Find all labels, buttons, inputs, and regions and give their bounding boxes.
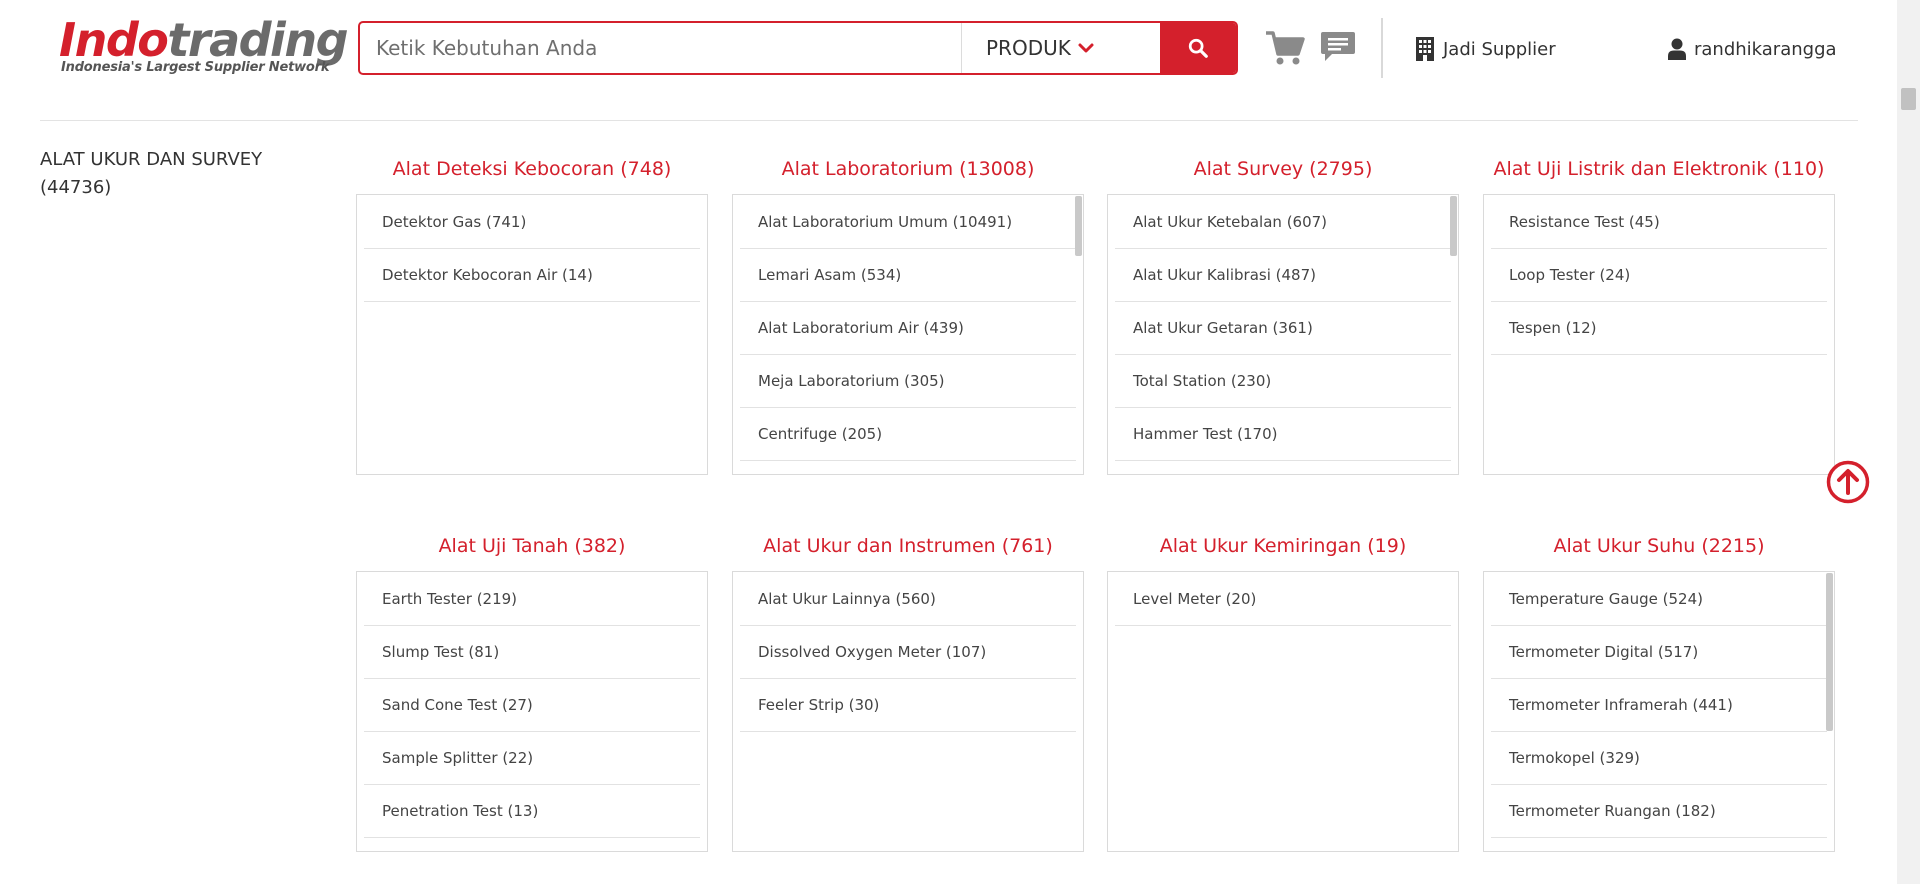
supplier-label: Jadi Supplier: [1443, 38, 1556, 60]
subcategory-list: Level Meter (20): [1108, 573, 1458, 626]
subcategory-item[interactable]: Alat Ukur Getaran (361): [1115, 302, 1451, 355]
search-button[interactable]: [1160, 23, 1236, 73]
category-title[interactable]: Alat Uji Listrik dan Elektronik (110): [1483, 154, 1835, 184]
category-card: Alat Ukur Suhu (2215) Temperature Gauge …: [1483, 531, 1835, 852]
header: Indotrading Indonesia's Largest Supplier…: [0, 0, 1920, 98]
subcategory-item[interactable]: Termokopel (329): [1491, 732, 1827, 785]
subcategory-list: Alat Laboratorium Umum (10491) Lemari As…: [733, 196, 1083, 461]
arrow-up-circle-icon: [1826, 460, 1870, 504]
search-category-label: PRODUK: [986, 36, 1071, 60]
subcategory-list: Earth Tester (219) Slump Test (81) Sand …: [357, 573, 707, 838]
subcategory-list-box: Alat Laboratorium Umum (10491) Lemari As…: [732, 194, 1084, 475]
category-title[interactable]: Alat Uji Tanah (382): [356, 531, 708, 561]
cart-icon: [1266, 31, 1305, 65]
page-scrollbar[interactable]: [1897, 0, 1920, 884]
category-card: Alat Deteksi Kebocoran (748) Detektor Ga…: [356, 154, 708, 475]
subcategory-item[interactable]: Termometer Digital (517): [1491, 626, 1827, 679]
subcategory-item[interactable]: Earth Tester (219): [364, 573, 700, 626]
subcategory-item[interactable]: Resistance Test (45): [1491, 196, 1827, 249]
subcategory-item[interactable]: Detektor Gas (741): [364, 196, 700, 249]
subcategory-list-box: Resistance Test (45) Loop Tester (24) Te…: [1483, 194, 1835, 475]
subcategory-item[interactable]: Sample Splitter (22): [364, 732, 700, 785]
header-divider: [1381, 18, 1383, 78]
subcategory-item[interactable]: Meja Laboratorium (305): [740, 355, 1076, 408]
category-card: Alat Survey (2795) Alat Ukur Ketebalan (…: [1107, 154, 1459, 475]
section-title-name: ALAT UKUR DAN SURVEY: [40, 149, 263, 170]
category-card: Alat Ukur Kemiringan (19) Level Meter (2…: [1107, 531, 1459, 852]
subcategory-list: Resistance Test (45) Loop Tester (24) Te…: [1484, 196, 1834, 355]
become-supplier-link[interactable]: Jadi Supplier: [1415, 34, 1556, 64]
subcategory-item[interactable]: Sand Cone Test (27): [364, 679, 700, 732]
subcategory-list: Alat Ukur Ketebalan (607) Alat Ukur Kali…: [1108, 196, 1458, 461]
subcategory-item[interactable]: Centrifuge (205): [740, 408, 1076, 461]
chat-button[interactable]: [1320, 30, 1356, 64]
category-title[interactable]: Alat Laboratorium (13008): [732, 154, 1084, 184]
subcategory-item[interactable]: Slump Test (81): [364, 626, 700, 679]
page: Indotrading Indonesia's Largest Supplier…: [0, 0, 1920, 884]
search-category-dropdown[interactable]: PRODUK: [962, 23, 1160, 73]
list-scrollbar[interactable]: [1075, 196, 1082, 256]
subcategory-item[interactable]: Alat Ukur Ketebalan (607): [1115, 196, 1451, 249]
subcategory-item[interactable]: Alat Ukur Lainnya (560): [740, 573, 1076, 626]
subcategory-list-box: Alat Ukur Lainnya (560) Dissolved Oxygen…: [732, 571, 1084, 852]
subcategory-item[interactable]: Alat Laboratorium Air (439): [740, 302, 1076, 355]
section-title[interactable]: ALAT UKUR DAN SURVEY (44736): [40, 146, 320, 202]
subcategory-item[interactable]: Dissolved Oxygen Meter (107): [740, 626, 1076, 679]
subcategory-list: Temperature Gauge (524) Termometer Digit…: [1484, 573, 1834, 838]
chat-icon: [1321, 32, 1355, 61]
category-card: Alat Ukur dan Instrumen (761) Alat Ukur …: [732, 531, 1084, 852]
building-icon: [1416, 37, 1434, 61]
category-card: Alat Laboratorium (13008) Alat Laborator…: [732, 154, 1084, 475]
chevron-down-icon: [1078, 43, 1094, 53]
logo[interactable]: Indotrading Indonesia's Largest Supplier…: [59, 16, 348, 78]
subcategory-item[interactable]: Tespen (12): [1491, 302, 1827, 355]
back-to-top-button[interactable]: [1826, 460, 1870, 504]
category-title[interactable]: Alat Ukur Suhu (2215): [1483, 531, 1835, 561]
subcategory-item[interactable]: Alat Ukur Kalibrasi (487): [1115, 249, 1451, 302]
search-icon: [1188, 38, 1208, 58]
subcategory-list-box: Detektor Gas (741) Detektor Kebocoran Ai…: [356, 194, 708, 475]
header-divider-line: [40, 120, 1858, 121]
logo-wordmark: Indotrading: [59, 13, 348, 67]
subcategory-item[interactable]: Loop Tester (24): [1491, 249, 1827, 302]
subcategory-item[interactable]: Termometer Ruangan (182): [1491, 785, 1827, 838]
subcategory-list-box: Level Meter (20): [1107, 571, 1459, 852]
subcategory-list: Alat Ukur Lainnya (560) Dissolved Oxygen…: [733, 573, 1083, 732]
subcategory-list-box: Alat Ukur Ketebalan (607) Alat Ukur Kali…: [1107, 194, 1459, 475]
category-title[interactable]: Alat Survey (2795): [1107, 154, 1459, 184]
user-account-link[interactable]: randhikarangga: [1668, 34, 1837, 64]
search-bar: PRODUK: [358, 21, 1238, 75]
subcategory-list-box: Temperature Gauge (524) Termometer Digit…: [1483, 571, 1835, 852]
subcategory-list: Detektor Gas (741) Detektor Kebocoran Ai…: [357, 196, 707, 302]
logo-tagline: Indonesia's Largest Supplier Network: [61, 60, 330, 75]
category-title[interactable]: Alat Ukur dan Instrumen (761): [732, 531, 1084, 561]
subcategory-item[interactable]: Termometer Inframerah (441): [1491, 679, 1827, 732]
subcategory-item[interactable]: Feeler Strip (30): [740, 679, 1076, 732]
subcategory-item[interactable]: Penetration Test (13): [364, 785, 700, 838]
user-icon: [1668, 38, 1686, 60]
list-scrollbar[interactable]: [1450, 196, 1457, 256]
subcategory-item[interactable]: Hammer Test (170): [1115, 408, 1451, 461]
subcategory-item[interactable]: Total Station (230): [1115, 355, 1451, 408]
subcategory-list-box: Earth Tester (219) Slump Test (81) Sand …: [356, 571, 708, 852]
category-title[interactable]: Alat Ukur Kemiringan (19): [1107, 531, 1459, 561]
category-title[interactable]: Alat Deteksi Kebocoran (748): [356, 154, 708, 184]
page-scrollbar-thumb[interactable]: [1901, 88, 1916, 110]
cart-button[interactable]: [1265, 30, 1305, 66]
subcategory-item[interactable]: Detektor Kebocoran Air (14): [364, 249, 700, 302]
section-title-count: (44736): [40, 177, 112, 198]
subcategory-item[interactable]: Level Meter (20): [1115, 573, 1451, 626]
category-card: Alat Uji Listrik dan Elektronik (110) Re…: [1483, 154, 1835, 475]
subcategory-item[interactable]: Temperature Gauge (524): [1491, 573, 1827, 626]
list-scrollbar[interactable]: [1826, 573, 1833, 731]
search-input[interactable]: [360, 23, 962, 73]
subcategory-item[interactable]: Lemari Asam (534): [740, 249, 1076, 302]
subcategory-item[interactable]: Alat Laboratorium Umum (10491): [740, 196, 1076, 249]
user-name: randhikarangga: [1694, 38, 1837, 60]
category-card: Alat Uji Tanah (382) Earth Tester (219) …: [356, 531, 708, 852]
